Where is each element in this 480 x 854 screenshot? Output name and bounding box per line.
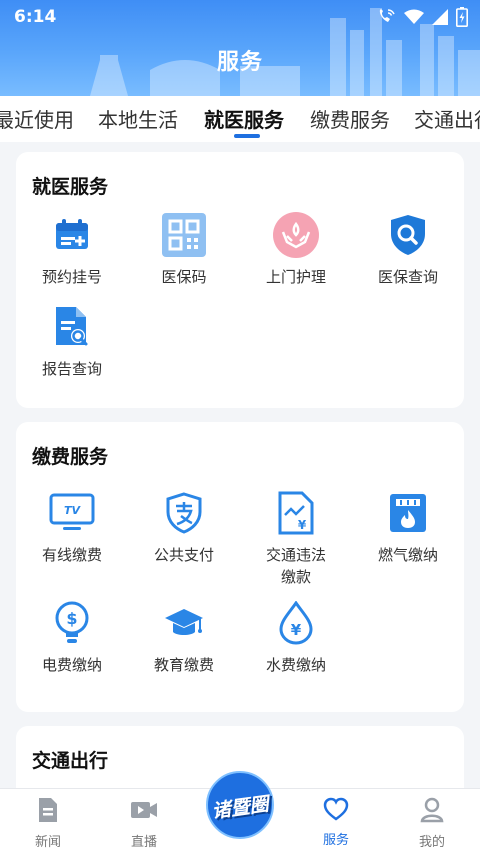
report-search-icon xyxy=(49,304,95,350)
alipay-shield-icon xyxy=(161,490,207,536)
public-payment-label: 公共支付 xyxy=(153,546,214,564)
section-title-payment: 缴费服务 xyxy=(32,446,109,468)
tab-local-life[interactable]: 本地生活 xyxy=(98,104,178,133)
electric-bulb-icon: $ xyxy=(49,600,95,646)
nav-mine-label: 我的 xyxy=(418,835,445,850)
user-icon xyxy=(420,797,444,823)
report-query-item[interactable]: 报告查询 xyxy=(16,304,128,380)
nav-news-label: 新闻 xyxy=(34,835,61,850)
care-hands-icon xyxy=(273,212,319,258)
svg-text:$: $ xyxy=(66,609,77,628)
bottom-nav: 新闻 直播 诸暨圈 服务 我的 xyxy=(0,771,480,854)
nav-live-label: 直播 xyxy=(130,835,157,850)
nav-news[interactable]: 新闻 xyxy=(8,797,88,850)
water-drop-icon: ¥ xyxy=(273,600,319,646)
svg-text:¥: ¥ xyxy=(298,518,307,532)
home-care-label: 上门护理 xyxy=(265,268,326,286)
signal-icon xyxy=(432,9,448,25)
report-query-label: 报告查询 xyxy=(41,360,102,378)
section-title-medical: 就医服务 xyxy=(32,176,109,198)
nav-mine[interactable]: 我的 xyxy=(392,797,472,850)
graduation-cap-icon xyxy=(161,600,207,646)
video-icon xyxy=(131,802,157,818)
section-title-traffic: 交通出行 xyxy=(32,750,109,772)
shield-search-icon xyxy=(385,212,431,258)
category-tabs: 最近使用 本地生活 就医服务 缴费服务 交通出行 xyxy=(0,96,480,142)
appointment-item[interactable]: 预约挂号 xyxy=(16,212,128,288)
active-tab-indicator xyxy=(234,134,260,138)
tab-recent[interactable]: 最近使用 xyxy=(0,104,74,133)
nav-services-label: 服务 xyxy=(322,833,349,848)
education-payment-item[interactable]: 教育缴费 xyxy=(128,600,240,676)
page-title: 服务 xyxy=(216,50,263,75)
medical-services-card: 就医服务 预约挂号 医保码 上门护理 医保查询 报告查询 xyxy=(16,152,464,408)
insurance-query-item[interactable]: 医保查询 xyxy=(352,212,464,288)
tab-payment[interactable]: 缴费服务 xyxy=(310,104,390,133)
status-icons xyxy=(376,7,468,27)
calendar-icon xyxy=(49,212,95,258)
electric-payment-label: 电费缴纳 xyxy=(41,656,102,674)
nav-live[interactable]: 直播 xyxy=(104,797,184,850)
insurance-query-label: 医保查询 xyxy=(377,268,438,286)
public-payment-item[interactable]: 公共支付 xyxy=(128,490,240,566)
gas-icon xyxy=(385,490,431,536)
tab-medical[interactable]: 就医服务 xyxy=(204,104,284,133)
traffic-fine-label: 交通违法 缴款 xyxy=(265,546,326,586)
services-content[interactable]: 就医服务 预约挂号 医保码 上门护理 医保查询 报告查询 缴费服务 TV 有线缴… xyxy=(0,142,480,788)
electric-payment-item[interactable]: $ 电费缴纳 xyxy=(16,600,128,676)
wifi-icon xyxy=(404,9,424,24)
appointment-label: 预约挂号 xyxy=(41,268,102,286)
svg-text:¥: ¥ xyxy=(291,621,302,639)
status-time: 6:14 xyxy=(14,7,57,27)
header: 6:14 服务 xyxy=(0,0,480,96)
wifi-call-icon xyxy=(379,9,395,22)
tab-traffic[interactable]: 交通出行 xyxy=(414,104,480,133)
nav-services[interactable]: 服务 xyxy=(296,797,376,848)
education-payment-label: 教育缴费 xyxy=(153,656,214,674)
qr-code-icon xyxy=(161,212,207,258)
center-logo-button[interactable]: 诸暨圈 xyxy=(192,767,288,841)
svg-text:TV: TV xyxy=(64,504,82,517)
water-payment-label: 水费缴纳 xyxy=(265,656,326,674)
status-bar: 6:14 xyxy=(0,0,480,34)
medical-qr-label: 医保码 xyxy=(161,268,207,286)
battery-icon xyxy=(456,7,468,27)
heart-icon xyxy=(323,797,349,821)
gas-payment-label: 燃气缴纳 xyxy=(377,546,438,564)
tv-icon: TV xyxy=(49,490,95,536)
traffic-fine-item[interactable]: ¥ 交通违法 缴款 xyxy=(240,490,352,588)
news-icon xyxy=(39,798,57,822)
medical-qr-item[interactable]: 医保码 xyxy=(128,212,240,288)
gas-payment-item[interactable]: 燃气缴纳 xyxy=(352,490,464,566)
payment-services-card: 缴费服务 TV 有线缴费 公共支付 ¥ 交通违法 缴款 燃气缴纳 $ 电费缴纳 … xyxy=(16,422,464,712)
home-care-item[interactable]: 上门护理 xyxy=(240,212,352,288)
cable-payment-item[interactable]: TV 有线缴费 xyxy=(16,490,128,566)
water-payment-item[interactable]: ¥ 水费缴纳 xyxy=(240,600,352,676)
traffic-fine-icon: ¥ xyxy=(273,490,319,536)
cable-payment-label: 有线缴费 xyxy=(41,546,102,564)
